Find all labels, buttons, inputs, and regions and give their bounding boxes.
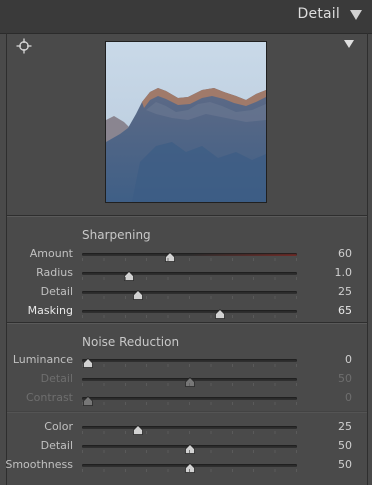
slider-label: Smoothness	[5, 458, 73, 471]
slider-label: Detail	[40, 439, 73, 452]
slider-row-detail: Detail 50	[0, 372, 372, 388]
slider-ticks	[82, 296, 297, 299]
slider-track[interactable]	[82, 358, 297, 368]
section-divider	[7, 215, 367, 217]
slider-ticks	[82, 277, 297, 280]
detail-preview-image[interactable]	[105, 41, 267, 203]
slider-value[interactable]: 60	[338, 247, 352, 260]
slider-row-color: Color 25	[0, 420, 372, 436]
preview-menu-triangle-icon[interactable]	[344, 40, 354, 48]
slider-value[interactable]: 0	[345, 391, 352, 404]
section-divider	[7, 322, 367, 324]
slider-label: Detail	[40, 372, 73, 385]
slider-ticks	[82, 383, 297, 386]
slider-track[interactable]	[82, 271, 297, 281]
slider-ticks	[82, 402, 297, 405]
slider-value[interactable]: 25	[338, 420, 352, 433]
slider-row-masking: Masking 65	[0, 304, 372, 320]
slider-row-amount: Amount 60	[0, 247, 372, 263]
slider-row-radius: Radius 1.0	[0, 266, 372, 282]
slider-track[interactable]	[82, 309, 297, 319]
crosshair-icon[interactable]	[16, 38, 32, 54]
slider-ticks	[82, 450, 297, 453]
slider-ticks	[82, 469, 297, 472]
slider-label: Radius	[36, 266, 73, 279]
slider-value[interactable]: 25	[338, 285, 352, 298]
detail-panel: Detail Sharpening Amount 60 Radius 1.0 D…	[0, 0, 372, 485]
slider-track[interactable]	[82, 444, 297, 454]
slider-label: Contrast	[25, 391, 73, 404]
panel-title: Detail	[297, 6, 340, 22]
slider-track[interactable]	[82, 396, 297, 406]
slider-track[interactable]	[82, 463, 297, 473]
slider-row-detail: Detail 25	[0, 285, 372, 301]
slider-value[interactable]: 50	[338, 439, 352, 452]
slider-ticks	[82, 431, 297, 434]
slider-ticks	[82, 258, 297, 261]
slider-row-luminance: Luminance 0	[0, 353, 372, 369]
slider-track[interactable]	[82, 425, 297, 435]
slider-track[interactable]	[82, 290, 297, 300]
slider-row-contrast: Contrast 0	[0, 391, 372, 407]
slider-label: Amount	[29, 247, 73, 260]
slider-label: Color	[44, 420, 73, 433]
subsection-divider	[7, 411, 367, 413]
slider-label: Detail	[40, 285, 73, 298]
sharpening-title: Sharpening	[82, 228, 151, 242]
slider-row-detail: Detail 50	[0, 439, 372, 455]
slider-value[interactable]: 0	[345, 353, 352, 366]
slider-value[interactable]: 50	[338, 372, 352, 385]
slider-label: Luminance	[12, 353, 73, 366]
slider-ticks	[82, 315, 297, 318]
slider-value[interactable]: 65	[338, 304, 352, 317]
slider-value[interactable]: 50	[338, 458, 352, 471]
slider-track[interactable]	[82, 252, 297, 262]
collapse-triangle-icon[interactable]	[350, 10, 362, 20]
slider-value[interactable]: 1.0	[335, 266, 353, 279]
slider-ticks	[82, 364, 297, 367]
slider-track[interactable]	[82, 377, 297, 387]
slider-label: Masking	[27, 304, 73, 317]
slider-row-smoothness: Smoothness 50	[0, 458, 372, 474]
panel-header[interactable]: Detail	[0, 0, 372, 34]
noise-reduction-title: Noise Reduction	[82, 335, 180, 349]
